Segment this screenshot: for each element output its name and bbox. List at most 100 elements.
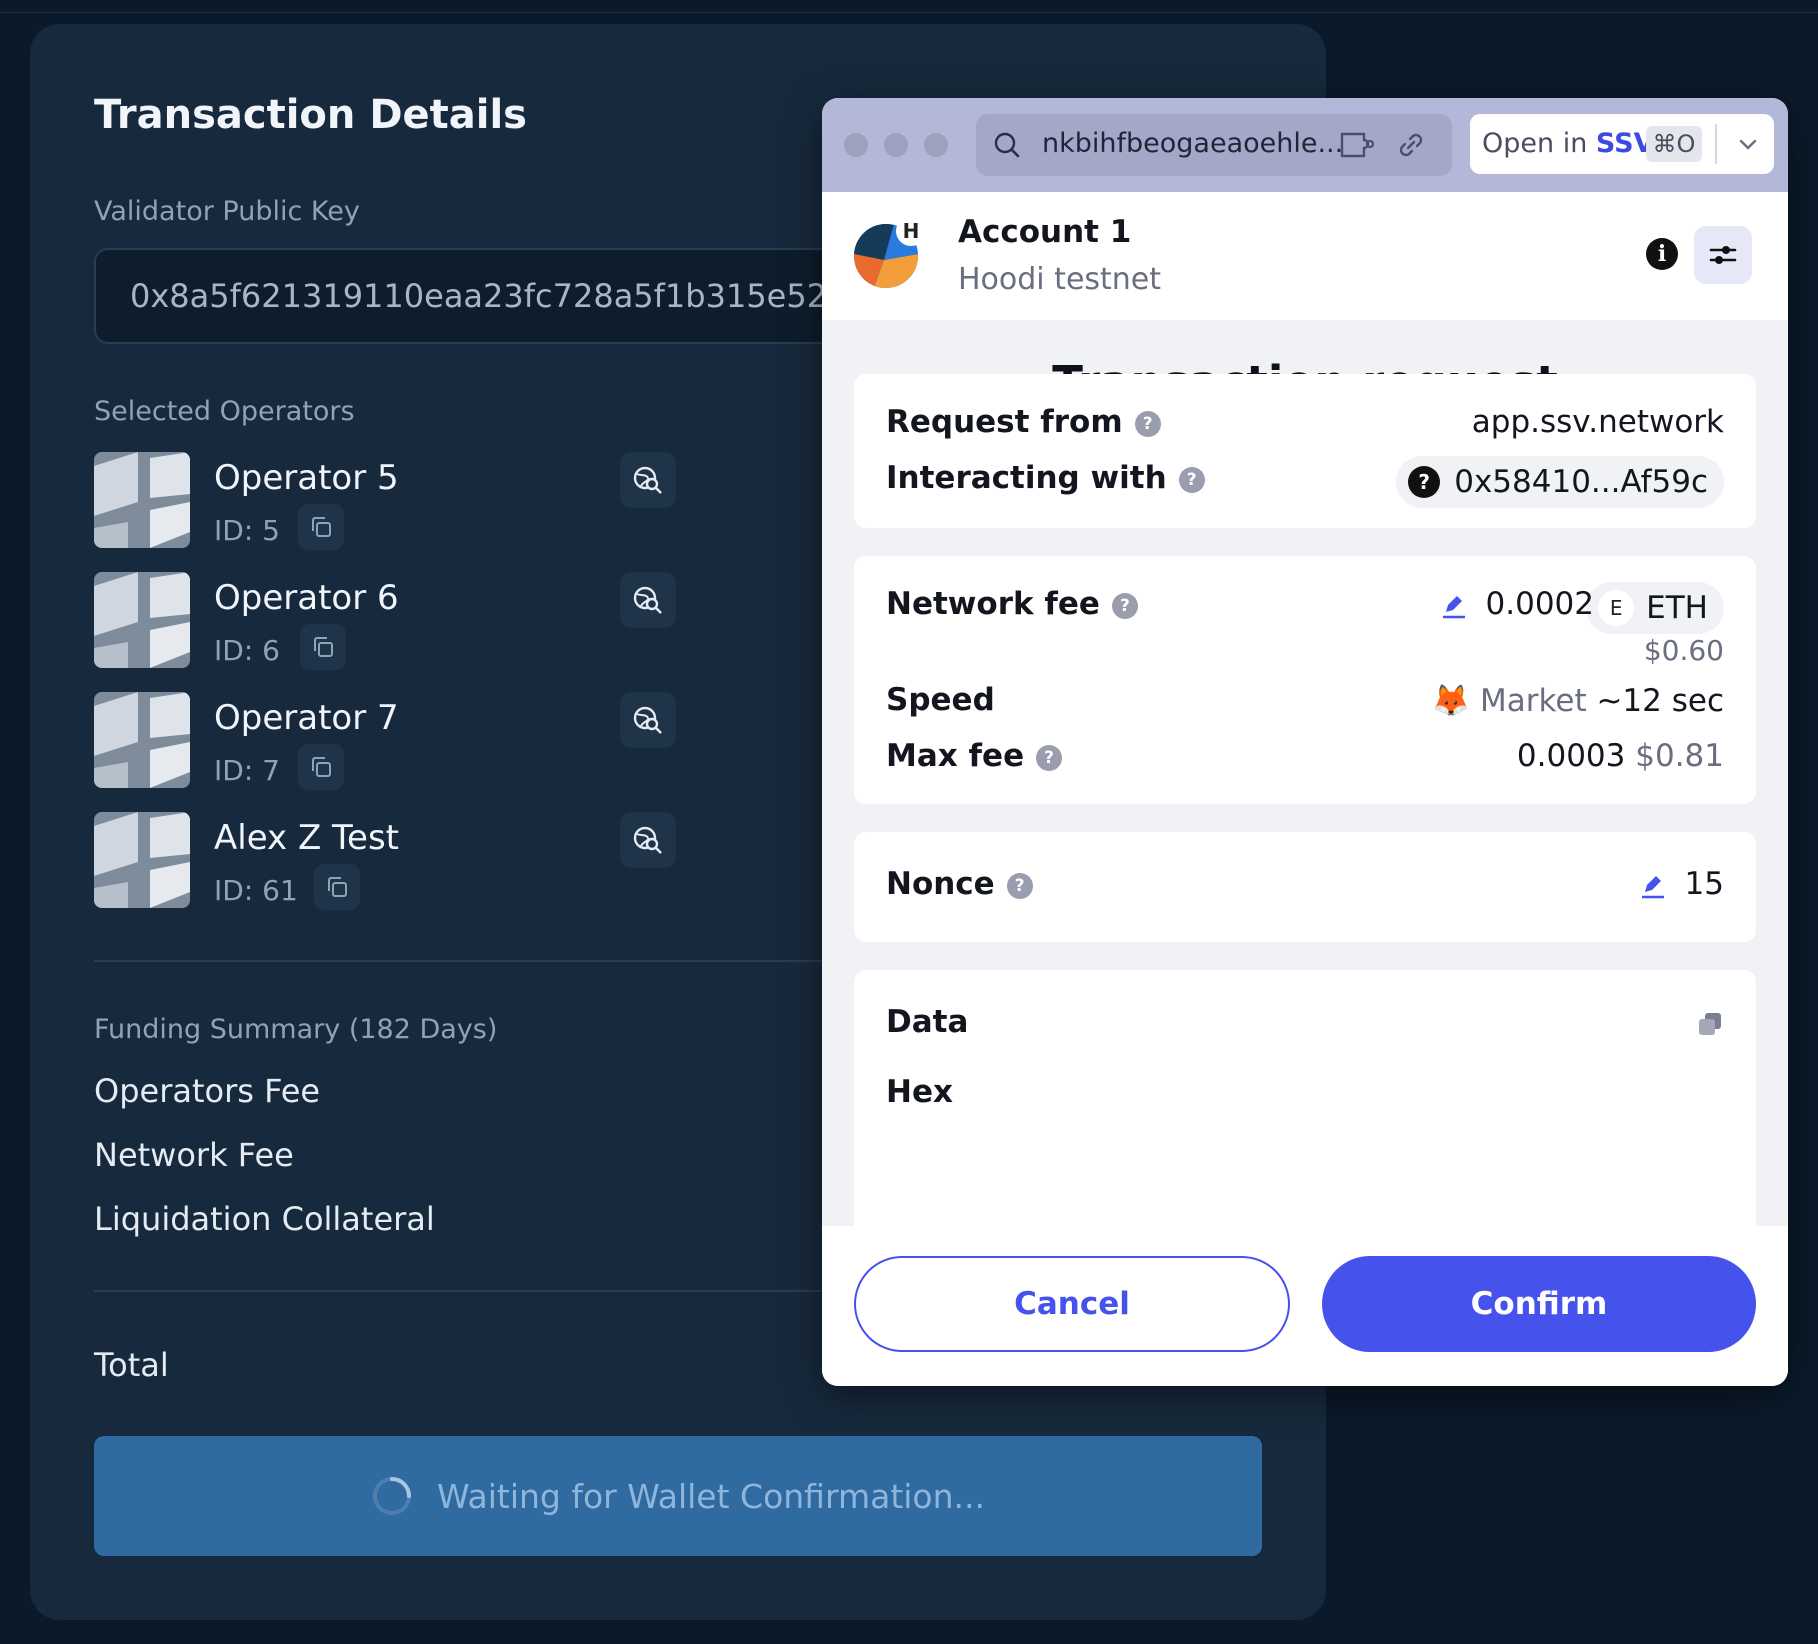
help-icon[interactable]: ?: [1006, 873, 1033, 899]
unknown-contract-icon: ?: [1408, 466, 1441, 498]
shortcut-badge: ⌘O: [1646, 126, 1702, 162]
help-icon[interactable]: ?: [1134, 411, 1161, 437]
nonce-card: Nonce? 15: [854, 832, 1756, 942]
explorer-search-icon[interactable]: [620, 692, 676, 748]
fee-token: ETH: [1646, 590, 1708, 626]
max-fee-value: 0.0003: [1516, 738, 1626, 774]
button-separator: [1715, 124, 1717, 164]
waiting-label: Waiting for Wallet Confirmation...: [436, 1476, 985, 1516]
url-text: nkbihfbeogaeaoehle...: [1042, 128, 1344, 159]
network-fee-row: Network fee?: [886, 586, 1138, 622]
operator-row: Operator 5 ID: 5: [94, 452, 676, 552]
total-label: Total: [94, 1346, 169, 1384]
edit-nonce-icon[interactable]: [1639, 872, 1667, 900]
window-zoom-dot[interactable]: [924, 133, 948, 157]
account-name[interactable]: Account 1: [958, 214, 1131, 250]
info-icon[interactable]: i: [1646, 238, 1678, 270]
window-minimize-dot[interactable]: [884, 133, 908, 157]
help-icon[interactable]: ?: [1111, 593, 1138, 619]
operator-name: Operator 7: [214, 698, 399, 738]
explorer-search-icon[interactable]: [620, 572, 676, 628]
network-name: Hoodi testnet: [958, 262, 1162, 297]
sliders-icon: [1709, 246, 1737, 264]
link-icon[interactable]: [1394, 128, 1428, 162]
nonce-value-group: 15: [1639, 866, 1724, 902]
copy-icon[interactable]: [314, 864, 360, 910]
url-bar[interactable]: nkbihfbeogaeaoehle...: [976, 114, 1452, 176]
request-from-row: Request from?: [886, 404, 1161, 440]
copy-icon[interactable]: [298, 744, 344, 790]
network-fee-fiat: $0.60: [1643, 634, 1724, 667]
open-in-label: Open in: [1482, 128, 1596, 159]
operator-name: Operator 5: [214, 458, 399, 498]
funding-row-liquidation-collateral: Liquidation Collateral: [94, 1200, 435, 1238]
nonce-row: Nonce?: [886, 866, 1033, 902]
waiting-confirmation-button[interactable]: Waiting for Wallet Confirmation...: [94, 1436, 1262, 1556]
max-fee-row: Max fee?: [886, 738, 1063, 774]
operator-logo: [94, 692, 190, 788]
nonce-value: 15: [1684, 866, 1724, 902]
max-fee-value-group: 0.0003 $0.81: [1517, 738, 1724, 774]
popup-titlebar: nkbihfbeogaeaoehle... Open in SSV ⌘O: [822, 98, 1788, 192]
operator-id: ID: 7: [214, 754, 280, 787]
open-in-ssv-button[interactable]: Open in SSV ⌘O: [1470, 114, 1774, 174]
operator-row: Operator 7 ID: 7: [94, 692, 676, 792]
explorer-search-icon[interactable]: [620, 452, 676, 508]
network-fee-value: 0.0002: [1485, 586, 1594, 622]
funding-row-network-fee: Network Fee: [94, 1136, 294, 1174]
edit-fee-icon[interactable]: [1440, 592, 1468, 620]
data-label: Data: [886, 1004, 969, 1040]
request-from-label: Request from: [886, 404, 1123, 440]
window-close-dot[interactable]: [844, 133, 868, 157]
contract-address: 0x58410...Af59c: [1454, 464, 1708, 500]
account-header: H Account 1 Hoodi testnet i: [822, 192, 1788, 320]
search-icon: [994, 132, 1020, 158]
copy-data-icon[interactable]: [1696, 1010, 1724, 1038]
operator-row: Alex Z Test ID: 61: [94, 812, 676, 912]
panel-title: Transaction Details: [94, 92, 527, 138]
operator-id: ID: 6: [214, 634, 280, 667]
network-fee-label: Network fee: [886, 586, 1100, 622]
popup-footer: Cancel Confirm: [822, 1226, 1788, 1386]
eth-token-icon: E: [1598, 590, 1635, 626]
copy-icon[interactable]: [300, 624, 346, 670]
operators-label: Selected Operators: [94, 396, 355, 427]
account-badge: H: [896, 216, 926, 246]
operator-row: Operator 6 ID: 6: [94, 572, 676, 672]
help-icon[interactable]: ?: [1178, 467, 1205, 493]
nonce-label: Nonce: [886, 866, 995, 902]
chevron-down-icon[interactable]: [1736, 132, 1760, 156]
confirm-button[interactable]: Confirm: [1322, 1256, 1756, 1352]
help-icon[interactable]: ?: [1036, 745, 1063, 771]
operator-logo: [94, 452, 190, 548]
explorer-search-icon[interactable]: [620, 812, 676, 868]
operator-logo: [94, 812, 190, 908]
speed-time: ~12 sec: [1596, 683, 1724, 719]
operator-logo: [94, 572, 190, 668]
hex-label: Hex: [886, 1074, 953, 1110]
operator-name: Operator 6: [214, 578, 399, 618]
cancel-button[interactable]: Cancel: [854, 1256, 1290, 1352]
fee-card: Network fee? E ETH 0.0002 $0.60 Speed 🦊 …: [854, 556, 1756, 804]
settings-sliders-button[interactable]: [1694, 226, 1752, 284]
data-card: Data Hex: [854, 970, 1756, 1270]
interacting-with-row: Interacting with?: [886, 460, 1205, 496]
max-fee-label: Max fee: [886, 738, 1025, 774]
operator-name: Alex Z Test: [214, 818, 400, 858]
copy-icon[interactable]: [298, 504, 344, 550]
speed-value-group[interactable]: 🦊 Market ~12 sec: [1432, 682, 1724, 719]
wallet-popup: nkbihfbeogaeaoehle... Open in SSV ⌘O H A…: [822, 98, 1788, 1386]
request-from-value: app.ssv.network: [1471, 404, 1724, 440]
fox-icon: 🦊: [1431, 683, 1471, 719]
extension-icon[interactable]: [1338, 128, 1378, 162]
speed-label: Speed: [886, 682, 995, 718]
funding-label: Funding Summary (182 Days): [94, 1014, 498, 1045]
contract-address-pill[interactable]: ? 0x58410...Af59c: [1396, 456, 1724, 508]
request-card: Request from? app.ssv.network Interactin…: [854, 374, 1756, 528]
spinner-icon: [372, 1477, 411, 1515]
fee-token-pill: E ETH: [1586, 582, 1724, 634]
max-fee-fiat: $0.81: [1635, 738, 1724, 774]
network-fee-amount-group: 0.0002: [1440, 586, 1594, 622]
speed-value: Market: [1480, 683, 1587, 719]
top-divider: [0, 12, 1818, 13]
